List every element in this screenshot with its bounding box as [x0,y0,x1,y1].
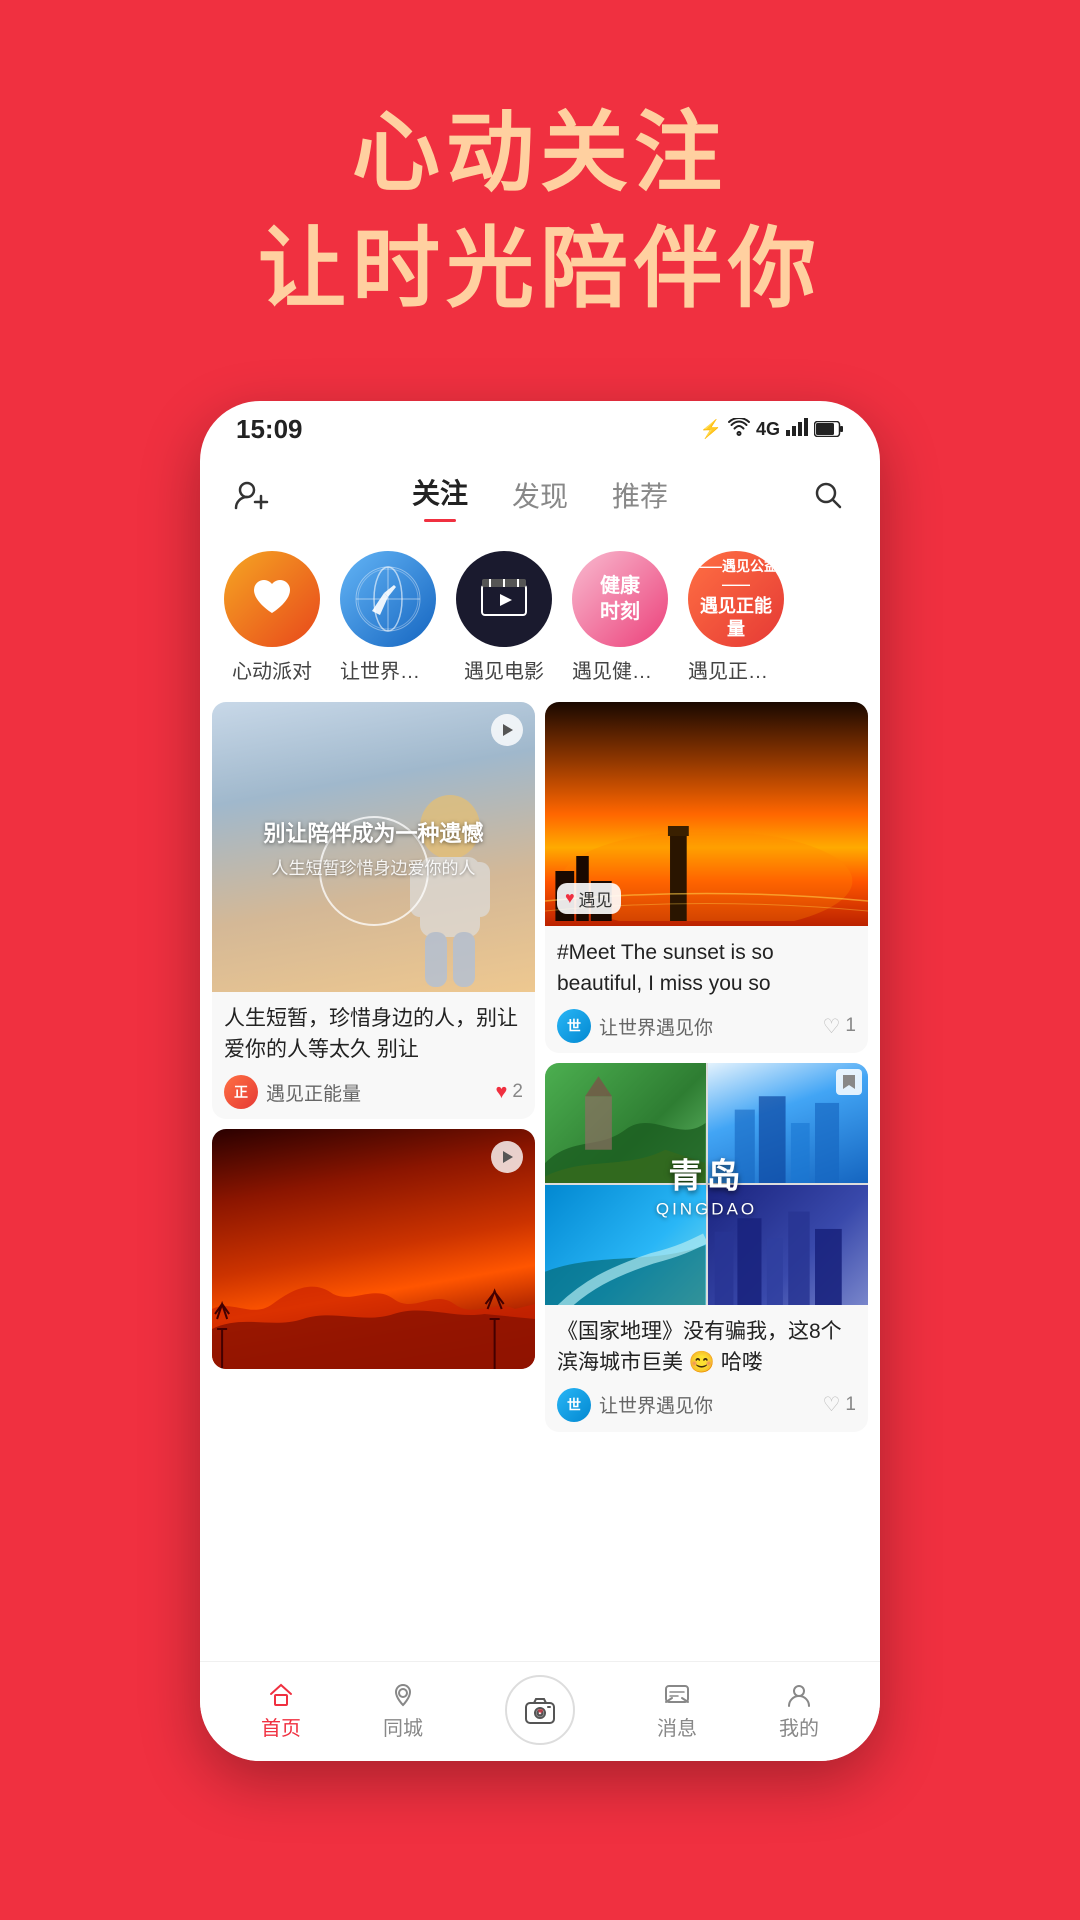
bottom-nav-local[interactable]: 同城 [383,1682,423,1741]
search-button[interactable] [806,473,850,517]
card-video-red[interactable] [212,1129,535,1369]
card2-author: 让世界遇见你 [599,1013,713,1040]
story-item-4[interactable]: 健康 时刻 遇见健康... [572,551,668,684]
phone-mockup: 15:09 ⚡ 4G [200,401,880,1761]
story-label-4: 遇见健康... [572,655,668,684]
bottom-nav-camera[interactable] [505,1675,575,1745]
author-avatar-4: 世 [557,1388,591,1422]
card4-author: 让世界遇见你 [599,1391,713,1418]
card4-caption: 《国家地理》没有骗我，这8个滨海城市巨美 😊 哈喽 [557,1317,856,1378]
headline-line1: 心动关注 [258,100,822,206]
content-col-right: ♥ 遇见 #Meet The sunset is so beautiful, I… [545,702,868,1661]
card2-caption: #Meet The sunset is so beautiful, I miss… [557,938,856,999]
heart-icon-4: ♡ [822,1392,840,1417]
card1-likes[interactable]: ♥ 2 [496,1081,523,1104]
story-label-1: 心动派对 [232,655,312,684]
4g-label: 4G [756,419,780,440]
bottom-nav-home[interactable]: 首页 [261,1682,301,1741]
story-item-1[interactable]: 心动派对 [224,551,320,684]
status-bar: 15:09 ⚡ 4G [200,401,880,457]
content-col-left: 别让陪伴成为一种遗憾 人生短暂珍惜身边爱你的人 人生短暂，珍惜身边的人，别让爱你… [212,702,535,1661]
author-avatar-1: 正 [224,1075,258,1109]
card1-overlay-main: 别让陪伴成为一种遗憾 [249,816,497,848]
card-qingdao[interactable]: 青岛 QINGDAO 《国家地理》没有骗我，这8个滨海城市巨美 😊 哈喽 世 让… [545,1063,868,1432]
bottom-nav-local-label: 同城 [383,1712,423,1741]
nav-bar: 关注 发现 推荐 [200,457,880,533]
story-item-3[interactable]: 遇见电影 [456,551,552,684]
nav-tabs: 关注 发现 推荐 [412,472,668,518]
card-video-child[interactable]: 别让陪伴成为一种遗憾 人生短暂珍惜身边爱你的人 人生短暂，珍惜身边的人，别让爱你… [212,702,535,1119]
content-grid: 别让陪伴成为一种遗憾 人生短暂珍惜身边爱你的人 人生短暂，珍惜身边的人，别让爱你… [200,702,880,1661]
author-avatar-2: 世 [557,1009,591,1043]
battery-icon [814,421,844,437]
bottom-nav-message-label: 消息 [657,1712,697,1741]
bottom-nav-message[interactable]: 消息 [657,1682,697,1741]
bottom-nav-home-label: 首页 [261,1712,301,1741]
headline-line2: 让时光陪伴你 [258,216,822,322]
wifi-icon [728,418,750,441]
card1-overlay-sub: 人生短暂珍惜身边爱你的人 [258,854,490,879]
card2-likes[interactable]: ♡ 1 [822,1014,856,1039]
bottom-nav-profile[interactable]: 我的 [779,1682,819,1741]
bluetooth-icon: ⚡ [700,419,722,440]
user-add-button[interactable] [230,473,274,517]
heart-icon-2: ♡ [822,1014,840,1039]
heart-icon-1: ♥ [496,1081,508,1104]
app-background: 心动关注 让时光陪伴你 15:09 ⚡ 4G [0,0,1080,1920]
status-icons: ⚡ 4G [700,418,844,441]
play-button-3[interactable] [491,1141,523,1173]
card4-likes[interactable]: ♡ 1 [822,1392,856,1417]
bookmark-icon [836,1069,862,1095]
story-label-5: 遇见正能量 [688,655,784,684]
card-sunset-city[interactable]: ♥ 遇见 #Meet The sunset is so beautiful, I… [545,702,868,1053]
tab-discover[interactable]: 发现 [512,475,568,515]
story-item-2[interactable]: 让世界遇... [340,551,436,684]
story-label-2: 让世界遇... [340,655,436,684]
tab-recommend[interactable]: 推荐 [612,475,668,515]
card1-title: 人生短暂，珍惜身边的人，别让爱你的人等太久 别让 [224,1004,523,1065]
tab-follow[interactable]: 关注 [412,472,468,518]
play-button-1[interactable] [491,714,523,746]
stories-row: 心动派对 让世界遇... [200,533,880,702]
headline-container: 心动关注 让时光陪伴你 [258,100,822,321]
story-item-5[interactable]: ——遇见公益—— 遇见正能量 遇见正能量 [688,551,784,684]
status-time: 15:09 [236,414,303,445]
card1-author: 遇见正能量 [266,1079,361,1106]
bottom-nav: 首页 同城 [200,1661,880,1761]
signal-icon [786,418,808,441]
story-label-3: 遇见电影 [464,655,544,684]
bottom-nav-profile-label: 我的 [779,1712,819,1741]
